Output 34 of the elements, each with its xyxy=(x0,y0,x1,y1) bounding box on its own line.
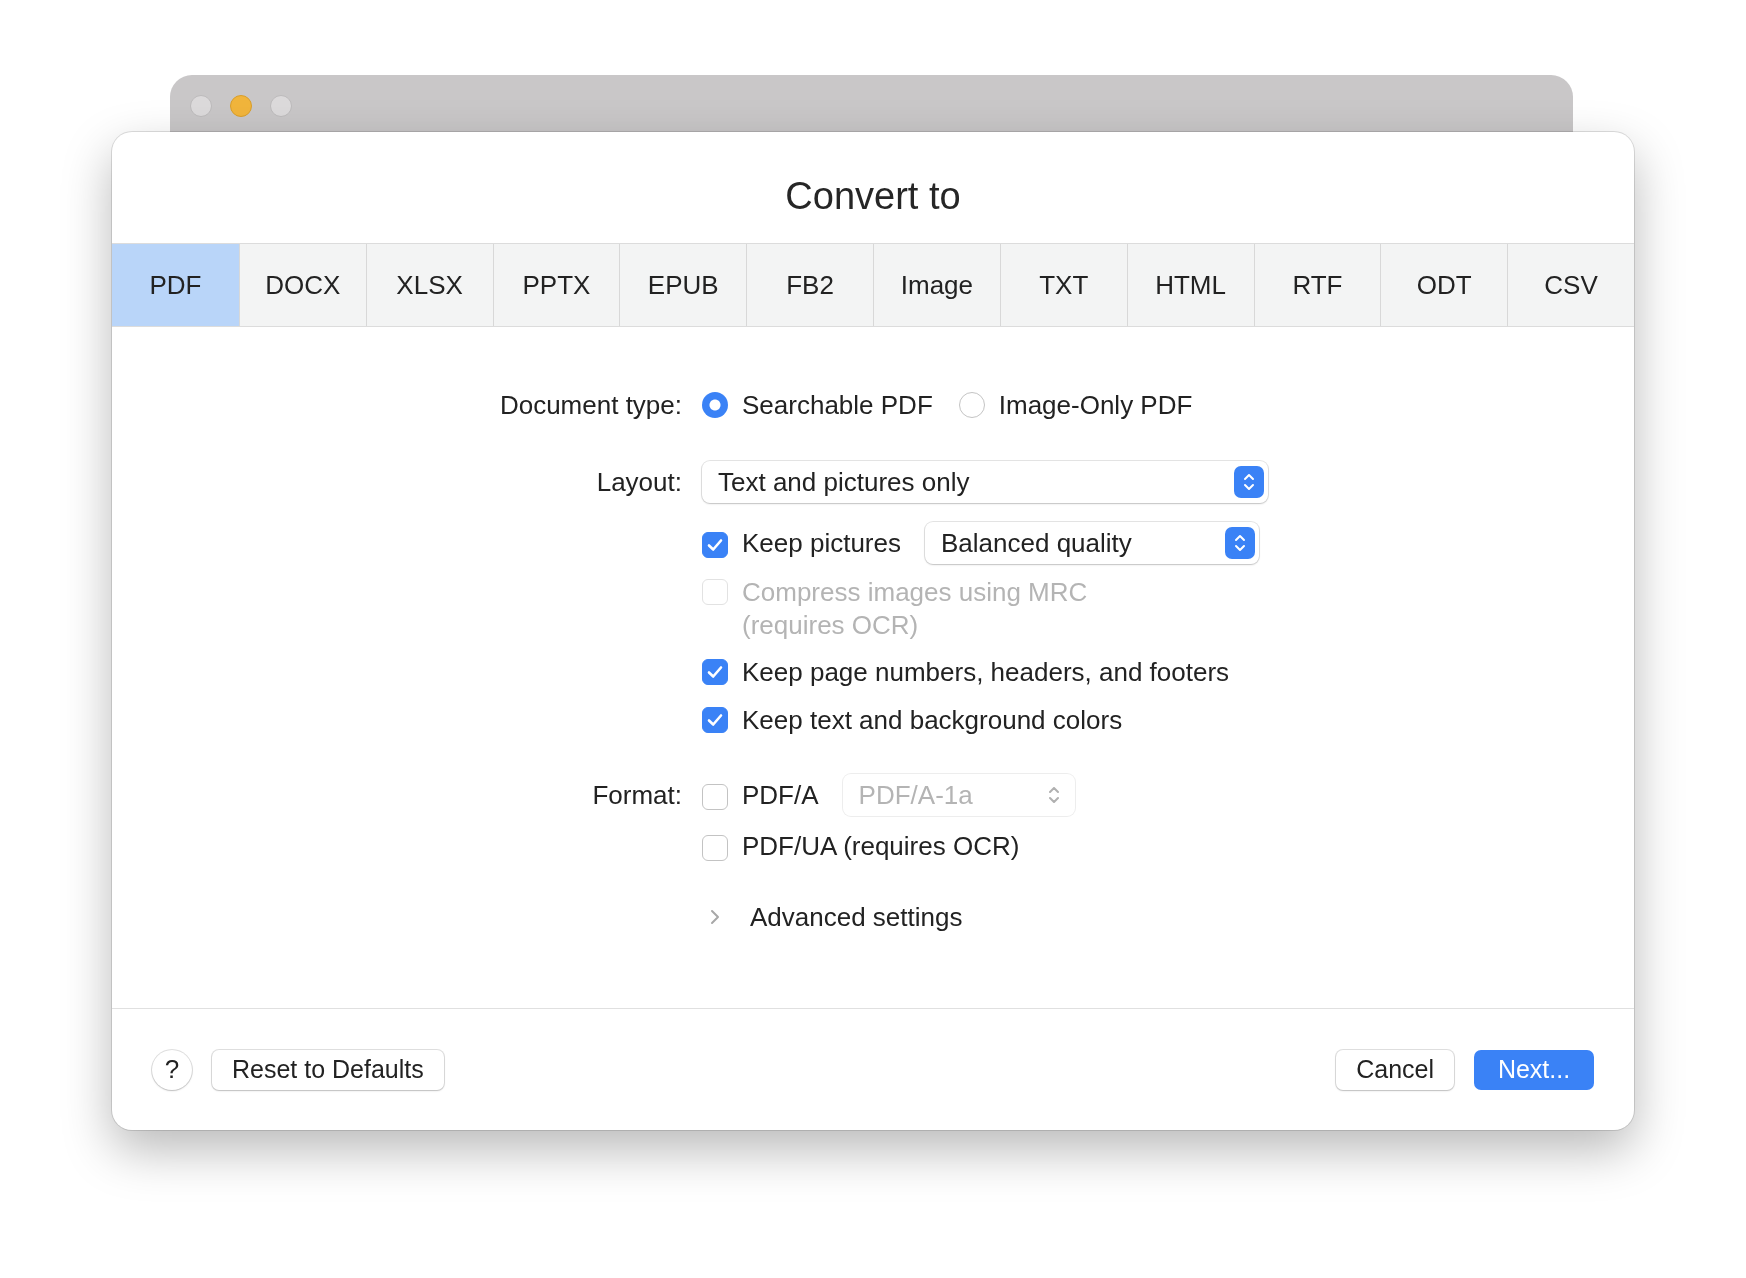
radio-label: Image-Only PDF xyxy=(998,388,1193,422)
checkbox[interactable] xyxy=(702,531,728,558)
stepper-icon xyxy=(1048,787,1059,803)
checkbox-label: PDF/UA (requires OCR) xyxy=(742,829,1020,863)
help-button[interactable]: ? xyxy=(152,1049,192,1090)
checkbox[interactable] xyxy=(702,834,728,861)
checkbox[interactable] xyxy=(702,783,728,810)
reset-button[interactable]: Reset to Defaults xyxy=(212,1049,444,1090)
checkbox-label: Compress images using MRC (requires OCR) xyxy=(742,576,1089,642)
checkbox[interactable] xyxy=(702,658,728,685)
next-button[interactable]: Next... xyxy=(1474,1049,1594,1090)
format-label: Format: xyxy=(591,779,683,811)
minimize-icon[interactable] xyxy=(230,95,252,117)
zoom-icon[interactable] xyxy=(270,95,292,117)
disclosure-chevron-icon[interactable] xyxy=(710,909,720,925)
dialog-title: Convert to xyxy=(784,174,962,219)
checkbox[interactable] xyxy=(702,706,728,733)
stepper-icon xyxy=(1234,466,1264,498)
checkbox-label: Keep pictures xyxy=(742,526,901,560)
close-icon[interactable] xyxy=(190,95,212,117)
cancel-button[interactable]: Cancel xyxy=(1336,1049,1454,1090)
document-type-label: Document type: xyxy=(498,389,683,421)
layout-dropdown[interactable]: Text and pictures only xyxy=(702,461,1268,503)
checkbox-label: Keep text and background colors xyxy=(742,703,1123,737)
checkbox-label: Keep page numbers, headers, and footers xyxy=(742,655,1230,689)
layout-label: Layout: xyxy=(595,466,683,498)
advanced-settings-label[interactable]: Advanced settings xyxy=(750,900,963,934)
stepper-icon xyxy=(1225,527,1255,559)
quality-dropdown[interactable]: Balanced quality xyxy=(925,522,1259,564)
format-tab[interactable]: PDF xyxy=(112,244,239,326)
checkbox-label: PDF/A xyxy=(742,778,819,812)
radio-button[interactable] xyxy=(958,392,985,418)
radio-button[interactable] xyxy=(702,392,728,418)
radio-label: Searchable PDF xyxy=(742,388,933,422)
